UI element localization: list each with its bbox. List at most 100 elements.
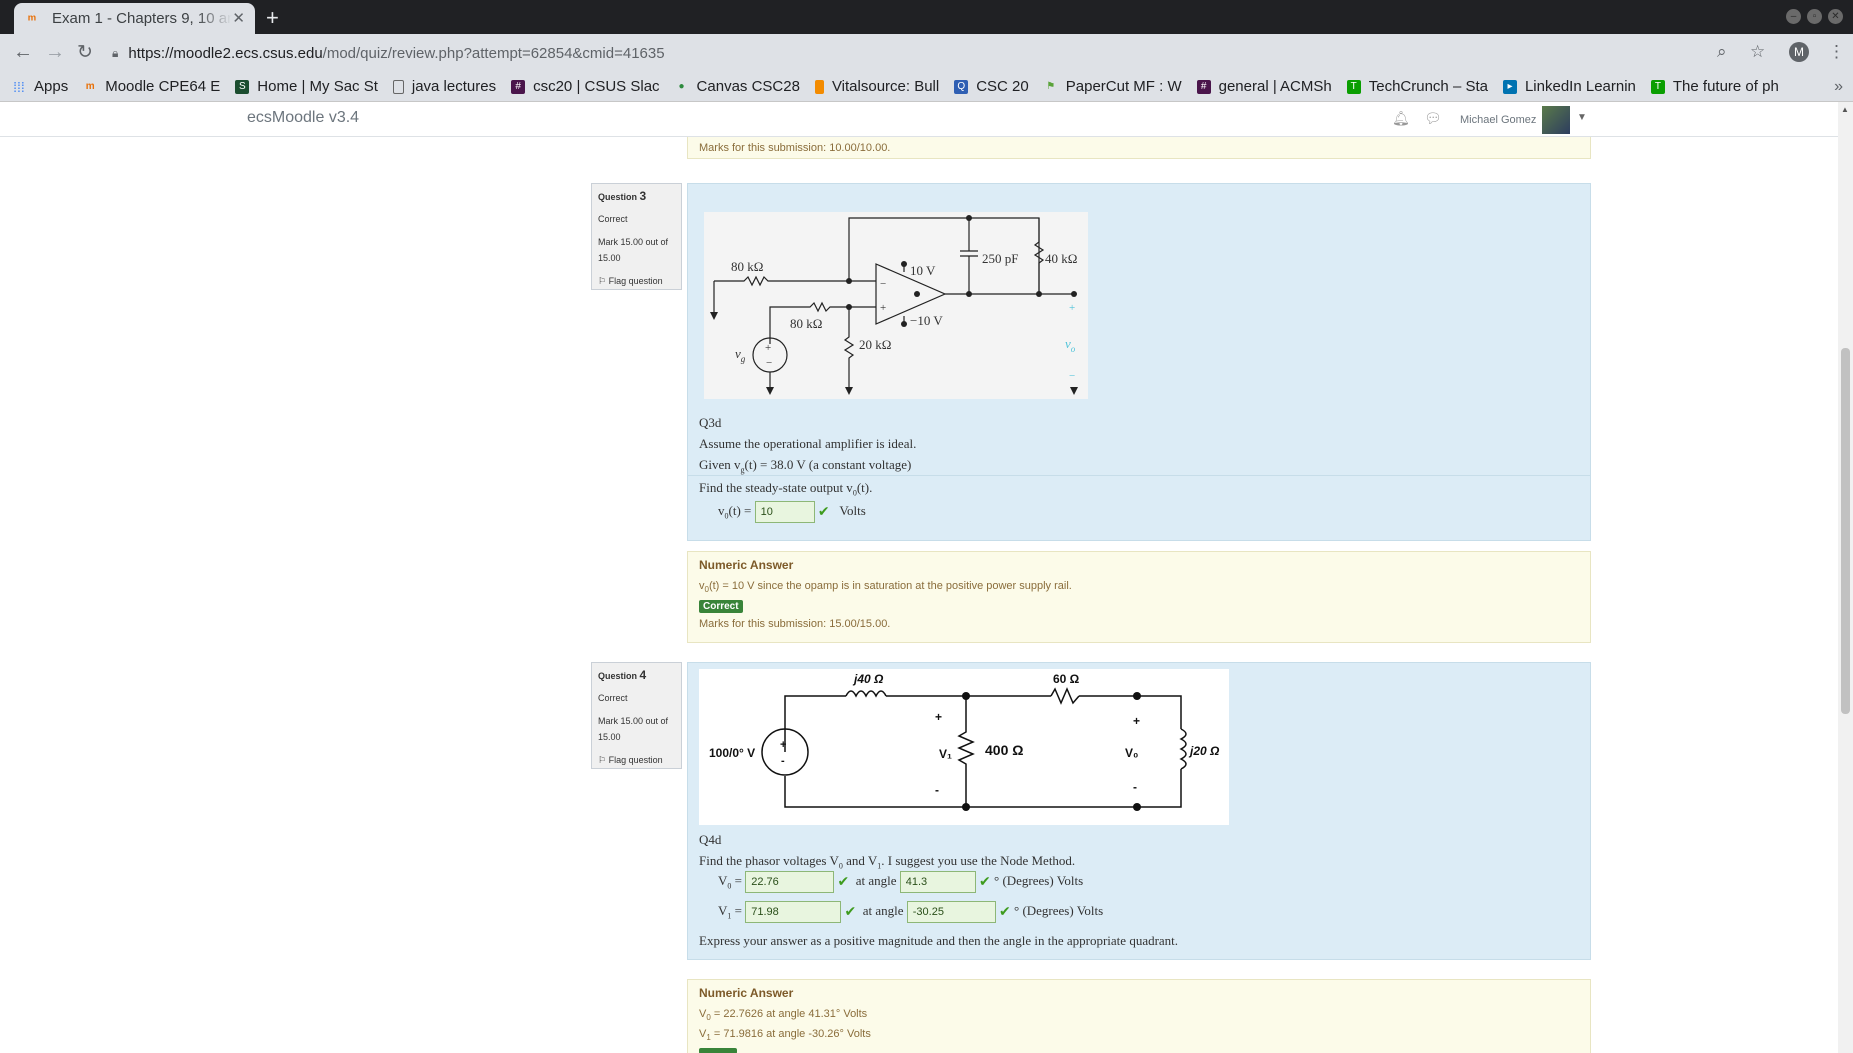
address-bar[interactable]: 🔒︎ https://moodle2.ecs.csus.edu/mod/quiz… [112, 38, 1752, 68]
quiz-review-content: Marks for this submission: 10.00/10.00. … [0, 137, 1838, 1053]
scroll-up-arrow-icon[interactable]: ▲ [1841, 105, 1849, 114]
scrollbar-thumb[interactable] [1841, 348, 1850, 714]
resistor-label: 40 kΩ [1045, 251, 1077, 266]
bookmarks-overflow-icon[interactable]: » [1834, 78, 1843, 96]
bookmark-item[interactable]: T TechCrunch – Sta [1346, 78, 1488, 95]
flag-icon: ⚐ [598, 755, 607, 765]
correct-check-icon: ✔ [999, 904, 1011, 920]
notifications-bell-icon[interactable]: 🔔︎ [1392, 110, 1410, 127]
op-amp-circuit-diagram: 80 kΩ 80 kΩ 20 kΩ 40 kΩ 250 pF 10 V −10 … [704, 212, 1088, 399]
bookmark-item[interactable]: Q CSC 20 [954, 78, 1029, 95]
close-window-button[interactable]: ✕ [1828, 9, 1843, 24]
v1-equals: = [734, 902, 742, 918]
linkedin-learning-icon: ▸ [1502, 79, 1517, 94]
bookmark-item[interactable]: java lectures [392, 78, 497, 95]
bookmark-label: java lectures [411, 78, 497, 95]
zoom-icon[interactable]: ⌕ [1717, 42, 1727, 62]
phasor-circuit-diagram: j40 Ω 60 Ω 400 Ω j20 Ω 100/0° V V₁ V₀ + … [699, 669, 1229, 825]
vo-minus-sign: - [1133, 780, 1137, 794]
browser-tab-active[interactable]: ᵐ Exam 1 - Chapters 9, 10 and 11 ✕ [14, 3, 255, 34]
bookmark-label: PaperCut MF : W [1065, 78, 1182, 95]
given-text: Given vg(t) = 38.0 V (a constant voltage… [699, 457, 911, 475]
user-name[interactable]: Michael Gomez [1460, 114, 1536, 126]
node-v1-label: V₁ [939, 747, 952, 761]
forward-arrow-icon[interactable]: → [45, 41, 65, 64]
question-state: Correct [598, 693, 628, 703]
v0-magnitude-input[interactable]: 22.76 [745, 871, 835, 893]
new-tab-button[interactable]: + [266, 5, 279, 31]
capacitor-label: 250 pF [982, 251, 1018, 266]
instruction-text: Express your answer as a positive magnit… [699, 933, 1179, 948]
v1-angle-input[interactable]: -30.25 [906, 901, 996, 923]
correct-check-icon: ✔ [979, 874, 991, 890]
bookmark-item[interactable]: T The future of ph [1650, 78, 1779, 95]
find-text: Find the steady-state output v0(t). [699, 480, 872, 498]
v1-answer-row: V1 = 71.98 ✔ at angle -30.25 ✔ ° (Degree… [718, 901, 1103, 923]
minimize-button[interactable]: – [1786, 9, 1801, 24]
bookmark-label: Canvas CSC28 [696, 78, 800, 95]
v0-answer-row: V0 = 22.76 ✔ at angle 41.3 ✔ ° (Degrees)… [718, 871, 1083, 893]
feedback-text: v0(t) = 10 V since the opamp is in satur… [699, 580, 1579, 594]
apps-grid-icon: ⁞⁞⁞ [13, 78, 25, 95]
browser-tabstrip: ᵐ Exam 1 - Chapters 9, 10 and 11 ✕ + – ▫… [0, 0, 1853, 34]
bookmark-item[interactable]: S Home | My Sac St [235, 78, 378, 95]
v1-minus-sign: - [935, 783, 939, 797]
canvas-icon: ● [678, 80, 685, 92]
v1-magnitude-input[interactable]: 71.98 [745, 901, 842, 923]
bookmark-label: csc20 | CSUS Slac [533, 78, 660, 95]
browser-toolbar: ← → ↻ 🔒︎ https://moodle2.ecs.csus.edu/mo… [0, 34, 1853, 72]
bookmark-item[interactable]: ⁞⁞⁞ Apps [12, 78, 68, 95]
resistor-400-label: 400 Ω [985, 742, 1023, 758]
close-tab-icon[interactable]: ✕ [232, 9, 245, 27]
maximize-button[interactable]: ▫ [1807, 9, 1822, 24]
bookmark-item[interactable]: ● Canvas CSC28 [675, 78, 800, 95]
bookmark-item[interactable]: Vitalsource: Bull [814, 78, 939, 95]
bookmark-label: The future of ph [1672, 78, 1779, 95]
sac-state-icon: S [235, 79, 250, 94]
answer-input[interactable]: 10 [754, 501, 815, 523]
bookmark-star-icon[interactable]: ☆ [1750, 42, 1765, 62]
bookmarks-bar: ⁞⁞⁞ Apps m Moodle CPE64 E S Home | My Sac S… [0, 72, 1853, 102]
back-arrow-icon[interactable]: ← [13, 41, 33, 64]
bookmark-item[interactable]: m Moodle CPE64 E [83, 78, 221, 95]
bookmark-item[interactable]: ⚑ PaperCut MF : W [1044, 78, 1182, 95]
lock-icon: 🔒︎ [112, 45, 119, 60]
question-mark: Mark 15.00 out of 15.00 [598, 716, 669, 742]
v0-equals: = [734, 872, 742, 888]
user-menu-caret-icon[interactable]: ▼ [1577, 112, 1587, 123]
source-minus-sign: − [766, 357, 772, 369]
flag-question-link[interactable]: ⚐ Flag question [598, 273, 675, 289]
messages-icon[interactable]: 💬︎ [1424, 110, 1442, 127]
answer-unit: Volts [839, 502, 866, 518]
question-3-formulation: 80 kΩ 80 kΩ 20 kΩ 40 kΩ 250 pF 10 V −10 … [687, 183, 1591, 476]
question-label: Question [598, 671, 638, 681]
bookmark-item[interactable]: ▸ LinkedIn Learnin [1502, 78, 1636, 95]
v0-label-sub: 0 [727, 881, 732, 891]
answer-row: v0(t) = 10 ✔ Volts [718, 501, 866, 523]
v0-label-text: V [718, 872, 728, 888]
bookmark-item[interactable]: # csc20 | CSUS Slac [511, 78, 660, 95]
user-avatar[interactable] [1542, 106, 1570, 134]
vitalsource-icon [814, 79, 824, 94]
bookmark-item[interactable]: # general | ACMSh [1196, 78, 1332, 95]
menu-dots-icon[interactable]: ⋮ [1828, 42, 1845, 62]
given-suffix: (t) = 38.0 V (a constant voltage) [744, 457, 912, 472]
site-name-link[interactable]: ecsMoodle v3.4 [247, 109, 359, 127]
v0-angle-input[interactable]: 41.3 [899, 871, 976, 893]
reload-icon[interactable]: ↻ [77, 41, 93, 64]
flag-question-link[interactable]: ⚐ Flag question [598, 752, 675, 768]
answer-label-suffix: (t) = [728, 502, 752, 518]
resistor-label: 20 kΩ [859, 337, 891, 352]
correct-check-icon: ✔ [844, 904, 857, 920]
source-label: 100/0° V [709, 746, 755, 760]
feedback-line-2-suffix: = 71.9816 at angle -30.26° Volts [710, 1028, 871, 1041]
output-minus-sign: − [1069, 370, 1075, 382]
page-scrollbar[interactable]: ▲ [1838, 102, 1853, 1053]
feedback-line-1: V0 = 22.7626 at angle 41.31° Volts [699, 1008, 1579, 1022]
slack-icon: # [1196, 79, 1211, 94]
bookmark-label: LinkedIn Learnin [1524, 78, 1636, 95]
source-minus-sign: - [781, 755, 785, 767]
profile-avatar[interactable]: M [1789, 42, 1809, 62]
question-label: Question [598, 192, 638, 202]
question-4-info: Question 4 Correct Mark 15.00 out of 15.… [591, 662, 682, 769]
